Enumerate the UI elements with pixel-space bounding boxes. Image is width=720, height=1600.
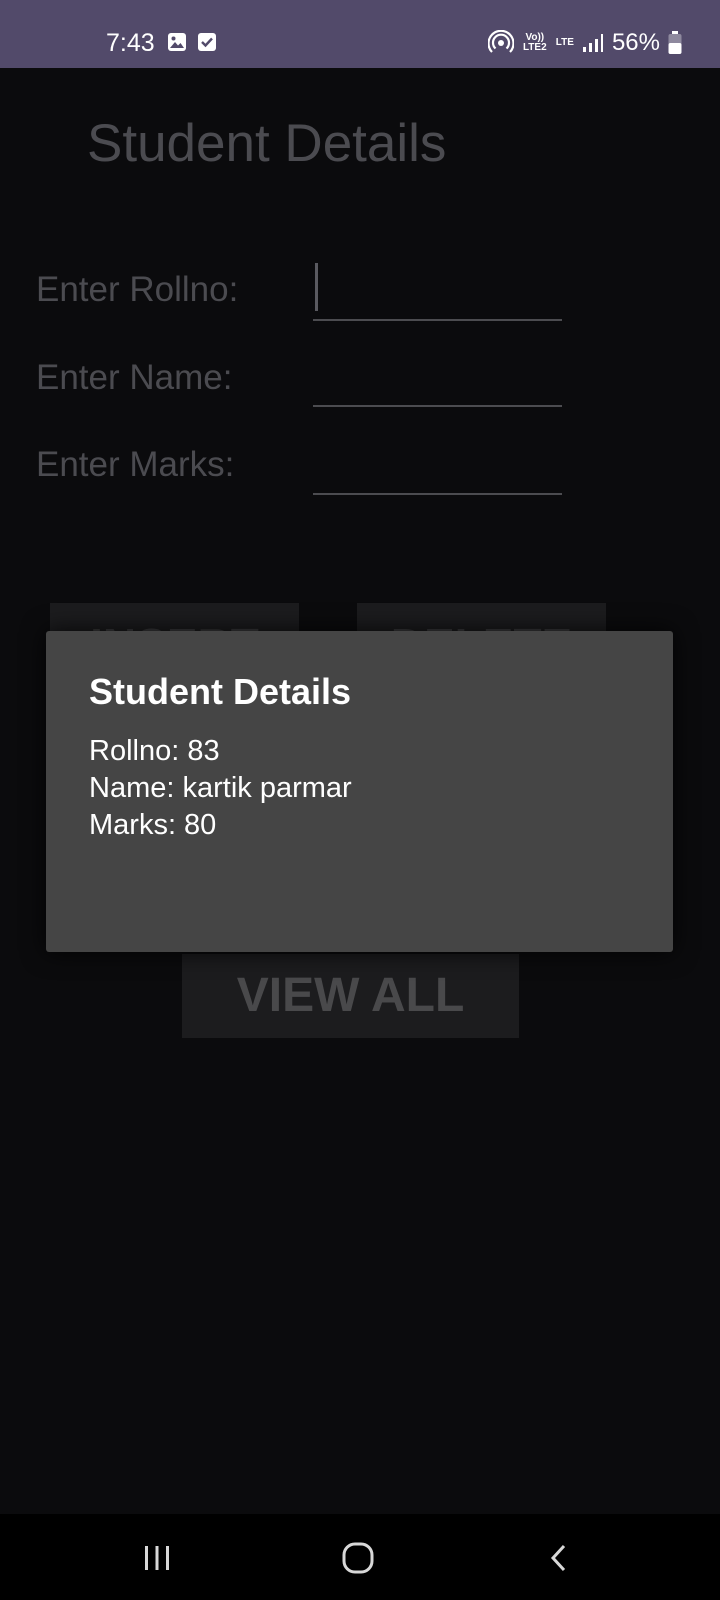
rollno-input[interactable] bbox=[313, 259, 562, 321]
home-icon bbox=[342, 1542, 374, 1574]
image-icon bbox=[168, 33, 186, 51]
network-label-lte: LTE bbox=[555, 37, 574, 48]
dialog-name-line: Name: kartik parmar bbox=[89, 772, 352, 804]
status-right: Vo)) LTE2 LTE 56% bbox=[487, 27, 682, 59]
marks-input[interactable] bbox=[313, 433, 562, 495]
status-bar: 7:43 Vo)) LTE2 LTE 56% bbox=[0, 0, 720, 68]
dialog-title: Student Details bbox=[89, 671, 352, 712]
name-input[interactable] bbox=[313, 345, 562, 407]
text-cursor bbox=[315, 263, 318, 311]
marks-label: Enter Marks: bbox=[36, 445, 235, 484]
recents-icon bbox=[145, 1546, 169, 1570]
hotspot-icon bbox=[487, 30, 514, 53]
back-icon bbox=[550, 1544, 566, 1572]
network-label-volte: Vo)) LTE2 bbox=[522, 32, 547, 53]
recents-button[interactable] bbox=[127, 1528, 187, 1588]
dialog-rollno-line: Rollno: 83 bbox=[89, 735, 220, 767]
student-details-dialog: Student Details Rollno: 83 Name: kartik … bbox=[46, 631, 673, 952]
page-title: Student Details bbox=[87, 114, 447, 173]
dialog-message: Rollno: 83 Name: kartik parmar Marks: 80 bbox=[89, 733, 352, 844]
signal-icon bbox=[582, 34, 603, 52]
name-label: Enter Name: bbox=[36, 358, 233, 397]
home-button[interactable] bbox=[328, 1528, 388, 1588]
back-button[interactable] bbox=[530, 1528, 590, 1588]
dialog-marks-line: Marks: 80 bbox=[89, 809, 217, 841]
checkbox-icon bbox=[198, 33, 216, 51]
view-all-button[interactable]: VIEW ALL bbox=[182, 954, 519, 1038]
battery-percent: 56% bbox=[611, 29, 660, 56]
navigation-bar bbox=[0, 1514, 720, 1600]
notification-icons bbox=[167, 32, 217, 52]
battery-icon bbox=[668, 31, 682, 54]
status-time: 7:43 bbox=[106, 29, 155, 57]
rollno-label: Enter Rollno: bbox=[36, 270, 239, 309]
